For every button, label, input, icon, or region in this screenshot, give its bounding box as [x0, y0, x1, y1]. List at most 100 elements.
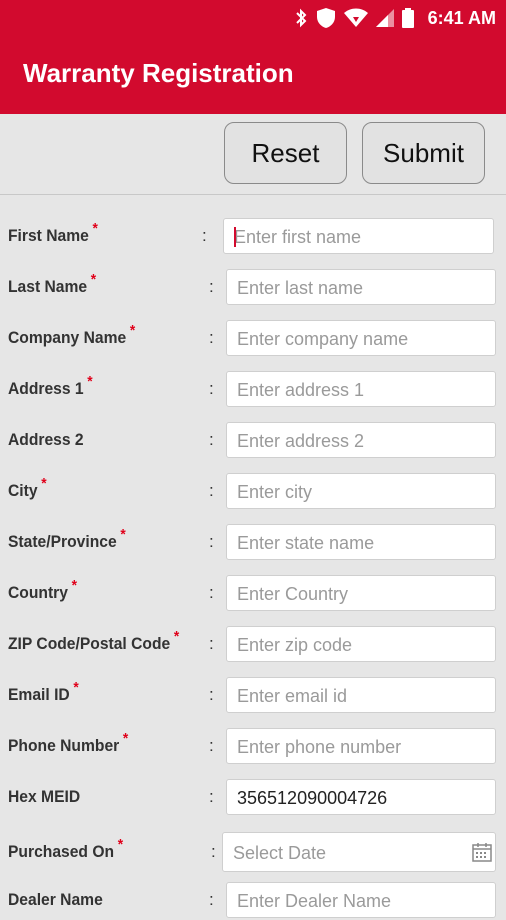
field-placeholder: Enter phone number	[237, 737, 402, 757]
address-2-input[interactable]: Enter address 2	[226, 422, 496, 458]
calendar-icon[interactable]	[471, 841, 493, 863]
field-label-text: Hex MEID	[8, 787, 81, 806]
field-label-text: Address 1	[8, 379, 84, 398]
field-placeholder: Enter address 1	[237, 380, 365, 400]
reset-button[interactable]: Reset	[224, 122, 347, 184]
required-asterisk: *	[41, 475, 47, 492]
label-separator: :	[211, 842, 216, 861]
company-name-label: Company Name *	[8, 322, 135, 348]
field-placeholder: Enter email id	[237, 686, 348, 706]
required-asterisk: *	[117, 836, 124, 853]
field-label-text: Country	[8, 583, 68, 602]
required-asterisk: *	[173, 628, 180, 645]
field-label-text: First Name	[8, 226, 89, 245]
submit-button[interactable]: Submit	[362, 122, 485, 184]
required-asterisk: *	[87, 373, 93, 390]
hex-meid-label: Hex MEID	[8, 787, 80, 807]
required-asterisk: *	[90, 271, 97, 288]
field-placeholder: Enter first name	[234, 227, 362, 247]
required-asterisk: *	[122, 730, 129, 747]
form-row-dealer-name: Dealer Name: Enter Dealer Name	[0, 880, 506, 920]
city-input[interactable]: Enter city	[226, 473, 496, 509]
label-separator: :	[209, 685, 214, 704]
last-name-label: Last Name *	[8, 271, 96, 297]
wifi-icon	[343, 8, 368, 27]
form-row-zip-code: ZIP Code/Postal Code *: Enter zip code	[0, 624, 506, 664]
field-label-text: Purchased On	[8, 842, 115, 861]
field-label-text: Email ID	[8, 685, 70, 704]
field-placeholder: Select Date	[233, 843, 327, 863]
country-label: Country *	[8, 577, 77, 603]
purchased-on-date-picker[interactable]: Select Date	[222, 832, 496, 872]
bluetooth-icon	[295, 8, 307, 28]
email-id-input[interactable]: Enter email id	[226, 677, 496, 713]
required-asterisk: *	[120, 526, 126, 543]
form-row-address-2: Address 2: Enter address 2	[0, 420, 506, 460]
field-placeholder: Enter Country	[237, 584, 349, 604]
address-1-label: Address 1 *	[8, 373, 93, 399]
field-placeholder: Enter company name	[237, 329, 409, 349]
form-row-first-name: First Name *: Enter first name	[0, 216, 506, 256]
form-row-last-name: Last Name *: Enter last name	[0, 267, 506, 307]
label-separator: :	[209, 481, 214, 500]
field-label-text: Address 2	[8, 430, 84, 449]
app-bar: Warranty Registration	[0, 36, 506, 114]
field-value: 356512090004726	[237, 788, 388, 808]
country-input[interactable]: Enter Country	[226, 575, 496, 611]
form-row-country: Country *: Enter Country	[0, 573, 506, 613]
dealer-name-input[interactable]: Enter Dealer Name	[226, 882, 496, 918]
company-name-input[interactable]: Enter company name	[226, 320, 496, 356]
required-asterisk: *	[92, 220, 98, 237]
field-placeholder: Enter zip code	[237, 635, 353, 655]
label-separator: :	[209, 736, 214, 755]
field-label-text: City	[8, 481, 38, 500]
field-placeholder: Enter address 2	[237, 431, 365, 451]
page-title: Warranty Registration	[23, 58, 294, 88]
text-cursor	[234, 227, 236, 247]
zip-code-input[interactable]: Enter zip code	[226, 626, 496, 662]
phone-number-label: Phone Number *	[8, 730, 128, 756]
required-asterisk: *	[129, 322, 136, 339]
form-row-hex-meid: Hex MEID: 356512090004726	[0, 777, 506, 817]
label-separator: :	[209, 328, 214, 347]
battery-icon	[401, 8, 414, 28]
field-placeholder: Enter state name	[237, 533, 375, 553]
label-separator: :	[209, 430, 214, 449]
address-1-input[interactable]: Enter address 1	[226, 371, 496, 407]
form-row-city: City *: Enter city	[0, 471, 506, 511]
form-row-phone-number: Phone Number *: Enter phone number	[0, 726, 506, 766]
field-label-text: ZIP Code/Postal Code	[8, 634, 171, 653]
form-toolbar: Reset Submit	[0, 114, 506, 195]
purchased-on-label: Purchased On *	[8, 836, 123, 862]
field-placeholder: Enter city	[237, 482, 313, 502]
label-separator: :	[209, 787, 214, 806]
first-name-input[interactable]: Enter first name	[223, 218, 494, 254]
label-separator: :	[209, 634, 214, 653]
form-row-email-id: Email ID *: Enter email id	[0, 675, 506, 715]
label-separator: :	[209, 532, 214, 551]
field-placeholder: Enter Dealer Name	[237, 891, 392, 911]
field-label-text: Last Name	[8, 277, 88, 296]
label-separator: :	[209, 379, 214, 398]
form-row-address-1: Address 1 *: Enter address 1	[0, 369, 506, 409]
state-province-input[interactable]: Enter state name	[226, 524, 496, 560]
phone-number-input[interactable]: Enter phone number	[226, 728, 496, 764]
address-2-label: Address 2	[8, 430, 84, 450]
field-label-text: State/Province	[8, 532, 117, 551]
hex-meid-input[interactable]: 356512090004726	[226, 779, 496, 815]
form-row-company-name: Company Name *: Enter company name	[0, 318, 506, 358]
label-separator: :	[202, 226, 207, 245]
status-bar: 6:41 AM	[0, 0, 506, 36]
label-separator: :	[209, 583, 214, 602]
field-label-text: Phone Number	[8, 736, 120, 755]
required-asterisk: *	[73, 679, 79, 696]
form-row-purchased-on: Purchased On *: Select Date	[0, 832, 506, 872]
email-id-label: Email ID *	[8, 679, 79, 705]
field-placeholder: Enter last name	[237, 278, 364, 298]
last-name-input[interactable]: Enter last name	[226, 269, 496, 305]
status-icons: 6:41 AM	[294, 6, 496, 30]
state-province-label: State/Province *	[8, 526, 126, 552]
first-name-label: First Name *	[8, 220, 98, 246]
zip-code-label: ZIP Code/Postal Code *	[8, 628, 179, 654]
label-separator: :	[209, 890, 214, 909]
